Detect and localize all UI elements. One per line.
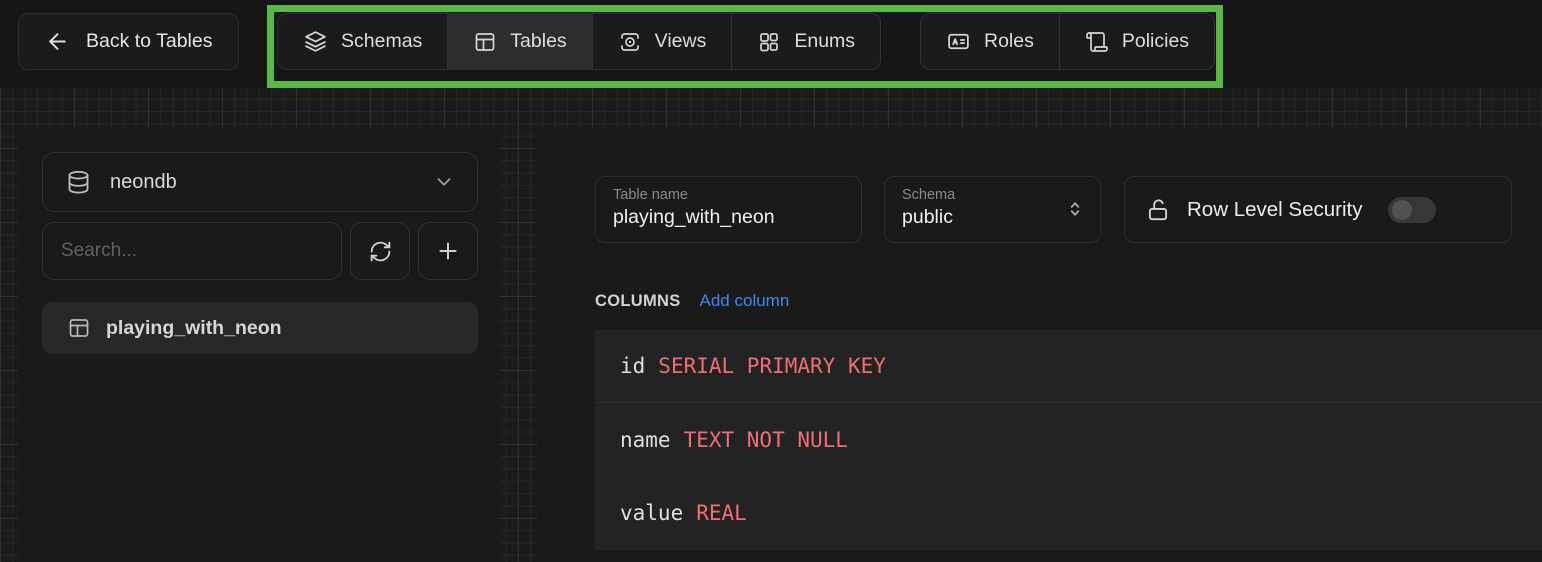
add-column-link[interactable]: Add column — [700, 291, 790, 311]
columns-list: id SERIAL PRIMARY KEY name TEXT NOT NULL… — [595, 330, 1542, 550]
table-name-field-label: Table name — [613, 187, 844, 203]
drizzle-studio-screen: { "topbar": { "back": { "label": "Back t… — [0, 0, 1542, 562]
tab-views[interactable]: Views — [592, 14, 732, 69]
tables-icon — [473, 30, 497, 54]
tab-schemas-label: Schemas — [341, 30, 422, 53]
back-to-tables-button[interactable]: Back to Tables — [18, 13, 239, 70]
column-name: value — [620, 501, 683, 525]
enums-icon — [757, 30, 781, 54]
tab-policies-label: Policies — [1122, 30, 1189, 53]
database-icon — [65, 169, 92, 196]
database-selector-value: neondb — [110, 171, 177, 194]
column-definition: TEXT NOT NULL — [684, 428, 848, 452]
plus-icon — [435, 238, 461, 264]
schema-select-label: Schema — [902, 187, 1083, 203]
toggle-knob — [1392, 200, 1412, 220]
table-name-field[interactable]: Table name playing_with_neon — [595, 176, 862, 243]
table-editor-panel: Table name playing_with_neon Schema publ… — [537, 128, 1542, 562]
lock-open-icon — [1145, 197, 1171, 223]
database-selector[interactable]: neondb — [42, 152, 478, 212]
roles-icon — [946, 29, 971, 54]
tab-tables[interactable]: Tables — [447, 14, 591, 69]
column-name: name — [620, 428, 671, 452]
tab-enums-label: Enums — [794, 30, 855, 53]
tab-policies[interactable]: Policies — [1059, 14, 1214, 69]
sidebar-item-label: playing_with_neon — [106, 317, 282, 340]
sidebar-search-row — [42, 222, 478, 280]
refresh-button[interactable] — [350, 222, 410, 280]
top-toolbar: Back to Tables Schemas Tables Views Enum… — [0, 0, 1542, 88]
column-row-name[interactable]: name TEXT NOT NULL — [595, 403, 1542, 476]
schema-select-value: public — [902, 206, 1083, 229]
entity-nav-group-security: Roles Policies — [920, 13, 1215, 70]
back-to-tables-label: Back to Tables — [86, 30, 212, 53]
views-icon — [618, 30, 642, 54]
tab-roles[interactable]: Roles — [921, 14, 1059, 69]
column-row-id[interactable]: id SERIAL PRIMARY KEY — [595, 330, 1542, 403]
refresh-icon — [368, 239, 393, 264]
row-level-security-control: Row Level Security — [1124, 176, 1512, 243]
table-name-field-value: playing_with_neon — [613, 206, 844, 229]
column-row-value[interactable]: value REAL — [595, 476, 1542, 549]
tab-views-label: Views — [655, 30, 707, 53]
tables-sidebar: neondb playing_with_neon — [18, 128, 500, 562]
schema-select[interactable]: Schema public — [884, 176, 1101, 243]
tab-schemas[interactable]: Schemas — [278, 14, 447, 69]
columns-section-header: COLUMNS Add column — [595, 291, 789, 311]
tab-enums[interactable]: Enums — [731, 14, 880, 69]
column-name: id — [620, 354, 645, 378]
row-level-security-label: Row Level Security — [1187, 198, 1362, 222]
column-definition: SERIAL PRIMARY KEY — [658, 354, 886, 378]
chevrons-up-down-icon — [1065, 199, 1085, 219]
chevron-down-icon — [433, 171, 455, 193]
table-icon — [67, 316, 91, 340]
search-input[interactable] — [42, 222, 342, 280]
add-table-button[interactable] — [418, 222, 478, 280]
tab-tables-label: Tables — [510, 30, 566, 53]
schemas-icon — [303, 29, 328, 54]
entity-nav-group-primary: Schemas Tables Views Enums — [277, 13, 881, 70]
row-level-security-toggle[interactable] — [1388, 197, 1436, 223]
arrow-left-icon — [45, 29, 70, 54]
policies-icon — [1085, 30, 1109, 54]
columns-title: COLUMNS — [595, 292, 681, 311]
tab-roles-label: Roles — [984, 30, 1034, 53]
column-definition: REAL — [696, 501, 747, 525]
sidebar-item-playing_with_neon[interactable]: playing_with_neon — [42, 302, 478, 354]
